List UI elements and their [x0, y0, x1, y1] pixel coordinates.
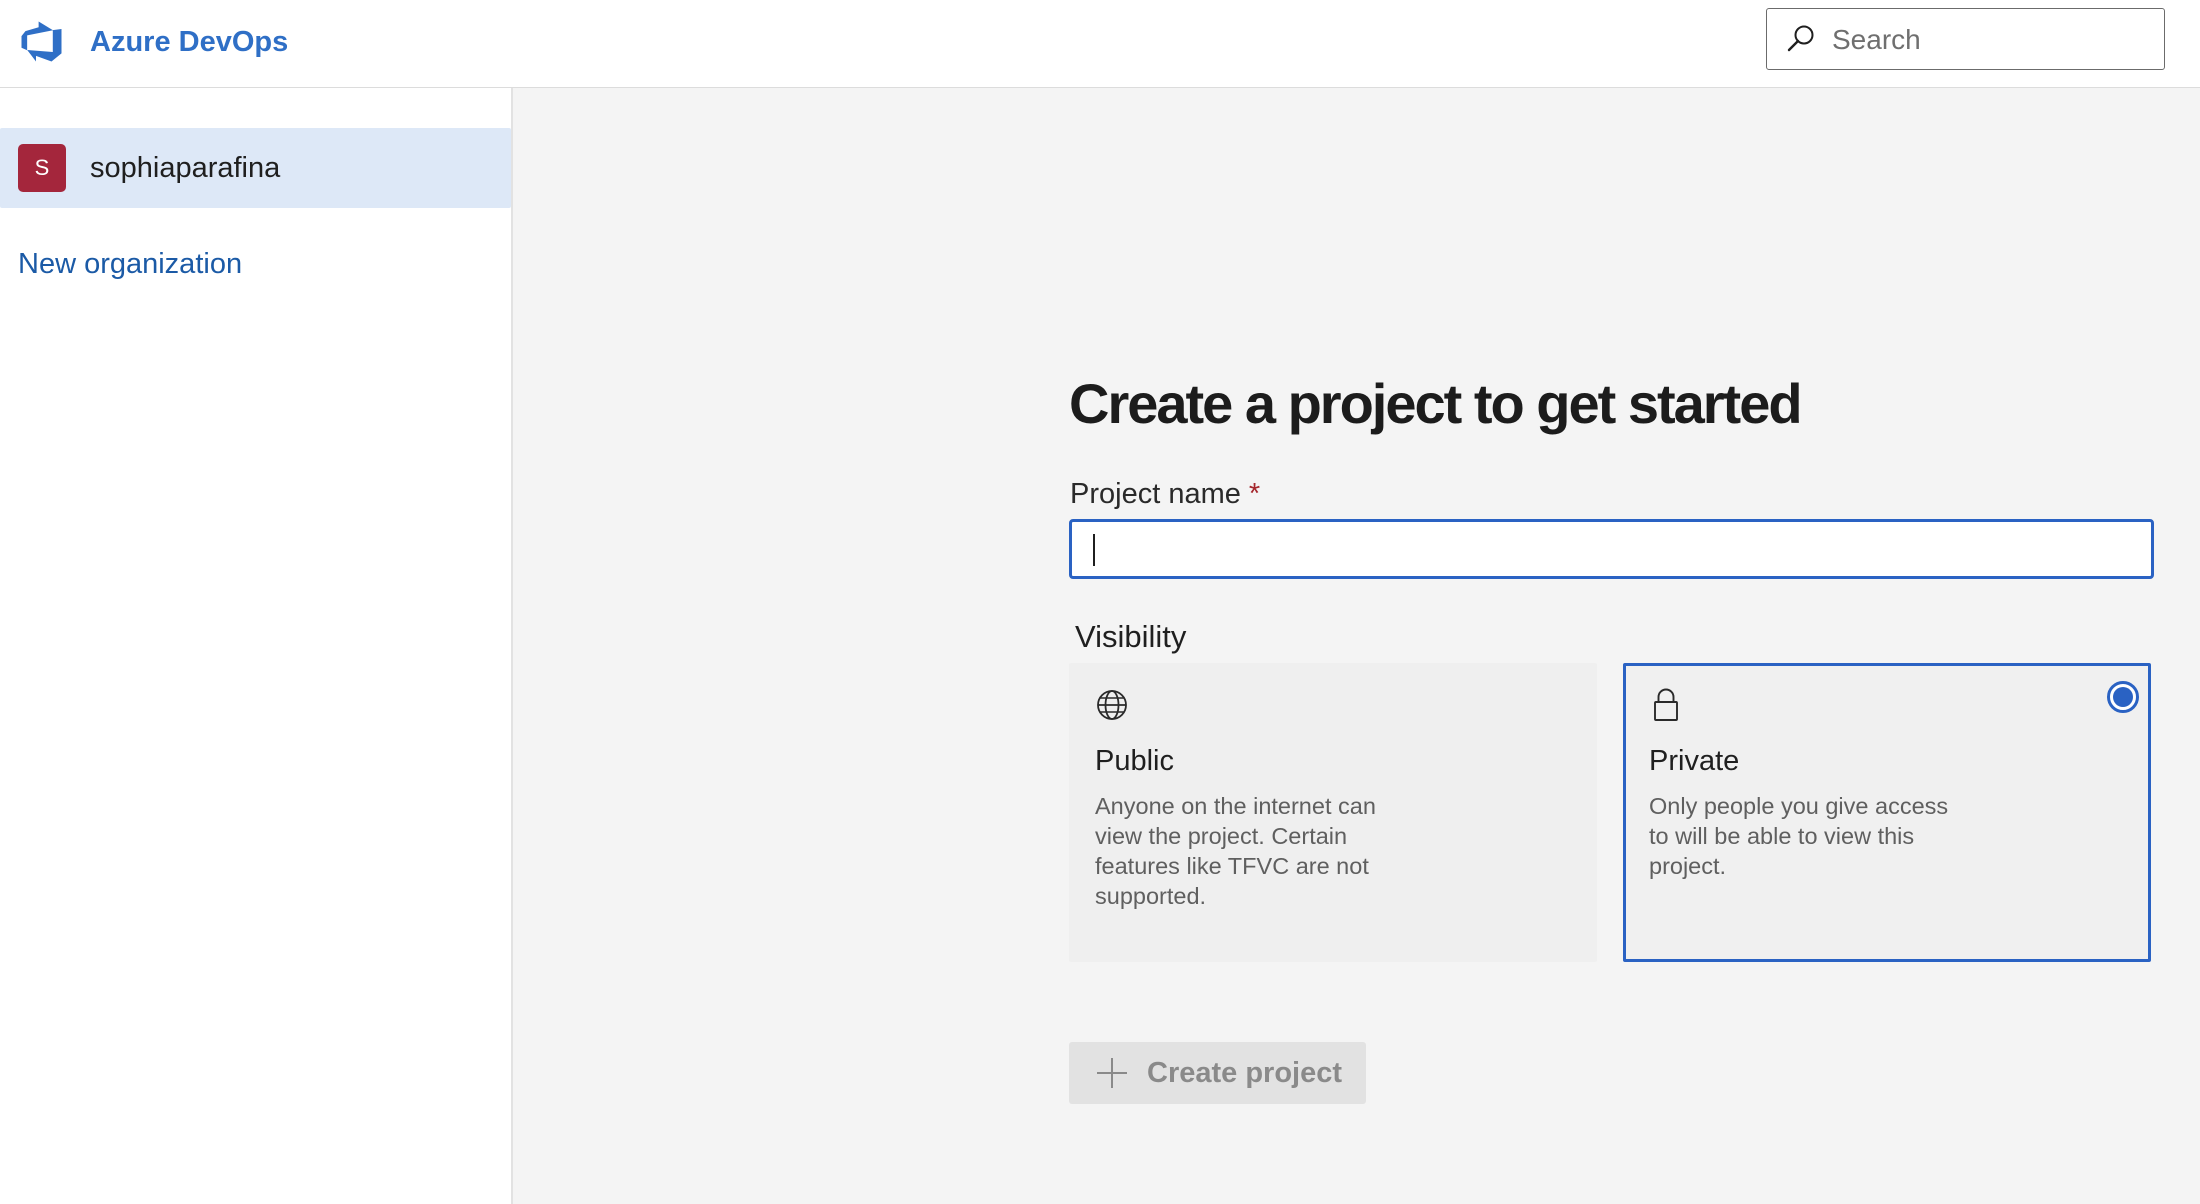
search-box[interactable]: Search	[1766, 8, 2165, 70]
avatar: S	[18, 144, 66, 192]
project-name-label-text: Project name	[1070, 478, 1241, 510]
visibility-label: Visibility	[1075, 619, 1187, 654]
public-option-description: Anyone on the internet can view the proj…	[1095, 793, 1376, 909]
required-marker: *	[1248, 478, 1261, 510]
create-project-button[interactable]: Create project	[1069, 1042, 1366, 1104]
text-cursor	[1093, 534, 1095, 566]
globe-icon	[1097, 690, 1127, 720]
plus-icon	[1097, 1058, 1127, 1088]
search-input[interactable]: Search	[1832, 24, 1921, 56]
organization-name: sophiaparafina	[90, 152, 281, 184]
lock-icon	[1654, 688, 1678, 721]
create-project-label: Create project	[1147, 1057, 1343, 1089]
visibility-option-private[interactable]: Private Only people you give access to w…	[1623, 663, 2151, 962]
new-organization-link[interactable]: New organization	[18, 246, 242, 282]
project-name-input[interactable]	[1069, 519, 2154, 579]
public-option-title: Public	[1095, 745, 1174, 777]
main-content: Create a project to get started Project …	[513, 88, 2200, 1204]
private-radio-selected[interactable]	[2107, 681, 2139, 713]
private-option-title: Private	[1649, 745, 1740, 777]
visibility-option-public[interactable]: Public Anyone on the internet can view t…	[1069, 663, 1597, 962]
project-name-label: Project name *	[1070, 476, 1260, 512]
radio-dot	[2113, 687, 2133, 707]
private-option-description: Only people you give access to will be a…	[1649, 793, 1949, 879]
sidebar: S sophiaparafina New organization	[0, 88, 513, 1204]
sidebar-item-organization[interactable]: S sophiaparafina	[0, 128, 511, 208]
brand-name[interactable]: Azure DevOps	[90, 25, 288, 59]
search-icon	[1787, 25, 1814, 52]
top-bar: Azure DevOps Search	[0, 0, 2200, 88]
azure-devops-logo-icon[interactable]	[19, 19, 64, 64]
page-title: Create a project to get started	[1069, 372, 1803, 435]
